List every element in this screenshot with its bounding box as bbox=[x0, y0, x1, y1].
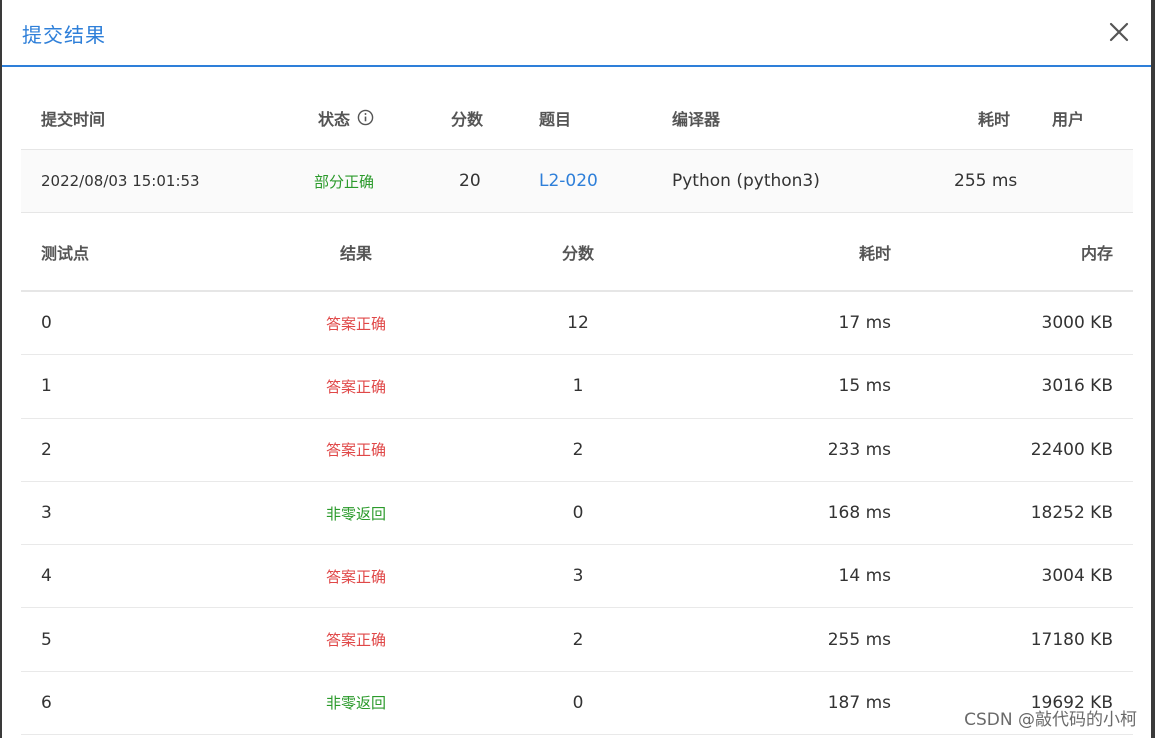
total-score: 20 bbox=[459, 171, 481, 191]
test-case-id: 0 bbox=[41, 313, 52, 334]
test-case-result: 答案正确 bbox=[325, 567, 386, 586]
test-case-header-row: 测试点 结果 分数 耗时 内存 bbox=[21, 214, 1133, 292]
test-case-id: 2 bbox=[41, 439, 52, 460]
table-row: 0 答案正确 12 17 ms 3000 KB bbox=[21, 292, 1133, 356]
header-score: 分数 bbox=[451, 109, 484, 129]
header-memory: 内存 bbox=[1080, 244, 1113, 263]
test-case-id: 3 bbox=[41, 503, 52, 524]
summary-table: 提交时间 状态 分数 题目 编译器 耗时 用户 2022/08/03 15:01… bbox=[21, 86, 1133, 213]
summary-row: 2022/08/03 15:01:53 部分正确 20 L2-020 Pytho… bbox=[21, 150, 1133, 213]
test-case-result: 答案正确 bbox=[325, 441, 386, 460]
test-case-duration: 17 ms bbox=[838, 313, 891, 334]
test-case-result: 非零返回 bbox=[325, 694, 386, 713]
header-user: 用户 bbox=[1052, 109, 1085, 129]
close-button[interactable] bbox=[1107, 20, 1131, 44]
test-case-duration: 15 ms bbox=[838, 376, 891, 397]
close-icon bbox=[1109, 22, 1129, 42]
test-case-id: 5 bbox=[41, 629, 52, 650]
test-case-duration: 14 ms bbox=[838, 566, 891, 587]
test-case-duration: 168 ms bbox=[827, 503, 891, 524]
summary-header-row: 提交时间 状态 分数 题目 编译器 耗时 用户 bbox=[21, 86, 1133, 150]
status-badge: 部分正确 bbox=[314, 172, 375, 191]
test-case-memory: 22400 KB bbox=[1030, 439, 1113, 460]
test-case-score: 12 bbox=[567, 313, 589, 334]
test-case-duration: 233 ms bbox=[827, 439, 891, 460]
table-row: 5 答案正确 2 255 ms 17180 KB bbox=[21, 608, 1133, 672]
header-status: 状态 bbox=[318, 86, 374, 149]
test-case-duration: 187 ms bbox=[827, 692, 891, 713]
test-case-result: 答案正确 bbox=[325, 314, 386, 333]
table-row: 1 答案正确 1 15 ms 3016 KB bbox=[21, 355, 1133, 419]
test-case-score: 3 bbox=[572, 566, 584, 587]
test-case-id: 4 bbox=[41, 566, 52, 587]
header-status-label: 状态 bbox=[318, 109, 351, 129]
dialog-title: 提交结果 bbox=[22, 23, 106, 47]
info-icon[interactable] bbox=[357, 109, 374, 126]
header-compiler: 编译器 bbox=[672, 109, 721, 129]
table-row: 3 非零返回 0 168 ms 18252 KB bbox=[21, 482, 1133, 546]
test-case-memory: 18252 KB bbox=[1030, 503, 1113, 524]
test-case-table: 测试点 结果 分数 耗时 内存 0 答案正确 12 17 ms 3000 KB 1 答案正确… bbox=[21, 214, 1133, 736]
test-case-memory: 3004 KB bbox=[1041, 566, 1113, 587]
problem-link[interactable]: L2-020 bbox=[539, 150, 598, 212]
duration-value: 255 ms bbox=[954, 171, 1018, 191]
test-case-score: 0 bbox=[572, 692, 584, 713]
test-case-duration: 255 ms bbox=[827, 629, 891, 650]
header-problem: 题目 bbox=[539, 109, 572, 129]
test-case-memory: 3000 KB bbox=[1041, 313, 1113, 334]
header-case-score: 分数 bbox=[561, 244, 594, 263]
header-submit-time: 提交时间 bbox=[41, 109, 106, 129]
test-case-score: 0 bbox=[572, 503, 584, 524]
test-case-score: 1 bbox=[572, 376, 584, 397]
submission-result-dialog: 提交结果 提交时间 状态 分数 题目 编译器 耗时 用户 2022/08/03 … bbox=[2, 0, 1151, 738]
header-duration: 耗时 bbox=[978, 109, 1011, 129]
test-case-score: 2 bbox=[572, 629, 584, 650]
test-case-result: 答案正确 bbox=[325, 377, 386, 396]
test-case-memory: 17180 KB bbox=[1030, 629, 1113, 650]
test-case-score: 2 bbox=[572, 439, 584, 460]
compiler-value: Python (python3) bbox=[672, 171, 820, 191]
header-case-duration: 耗时 bbox=[858, 244, 891, 263]
test-case-id: 1 bbox=[41, 376, 52, 397]
test-case-result: 答案正确 bbox=[325, 631, 386, 650]
test-case-id: 6 bbox=[41, 692, 52, 713]
test-case-memory: 3016 KB bbox=[1041, 376, 1113, 397]
test-case-result: 非零返回 bbox=[325, 504, 386, 523]
header-result: 结果 bbox=[339, 244, 372, 263]
submit-time: 2022/08/03 15:01:53 bbox=[41, 172, 200, 190]
watermark: CSDN @敲代码的小柯 bbox=[964, 710, 1137, 730]
header-test-case: 测试点 bbox=[41, 244, 90, 263]
table-row: 2 答案正确 2 233 ms 22400 KB bbox=[21, 419, 1133, 482]
dialog-header: 提交结果 bbox=[2, 0, 1151, 67]
table-row: 4 答案正确 3 14 ms 3004 KB bbox=[21, 545, 1133, 609]
